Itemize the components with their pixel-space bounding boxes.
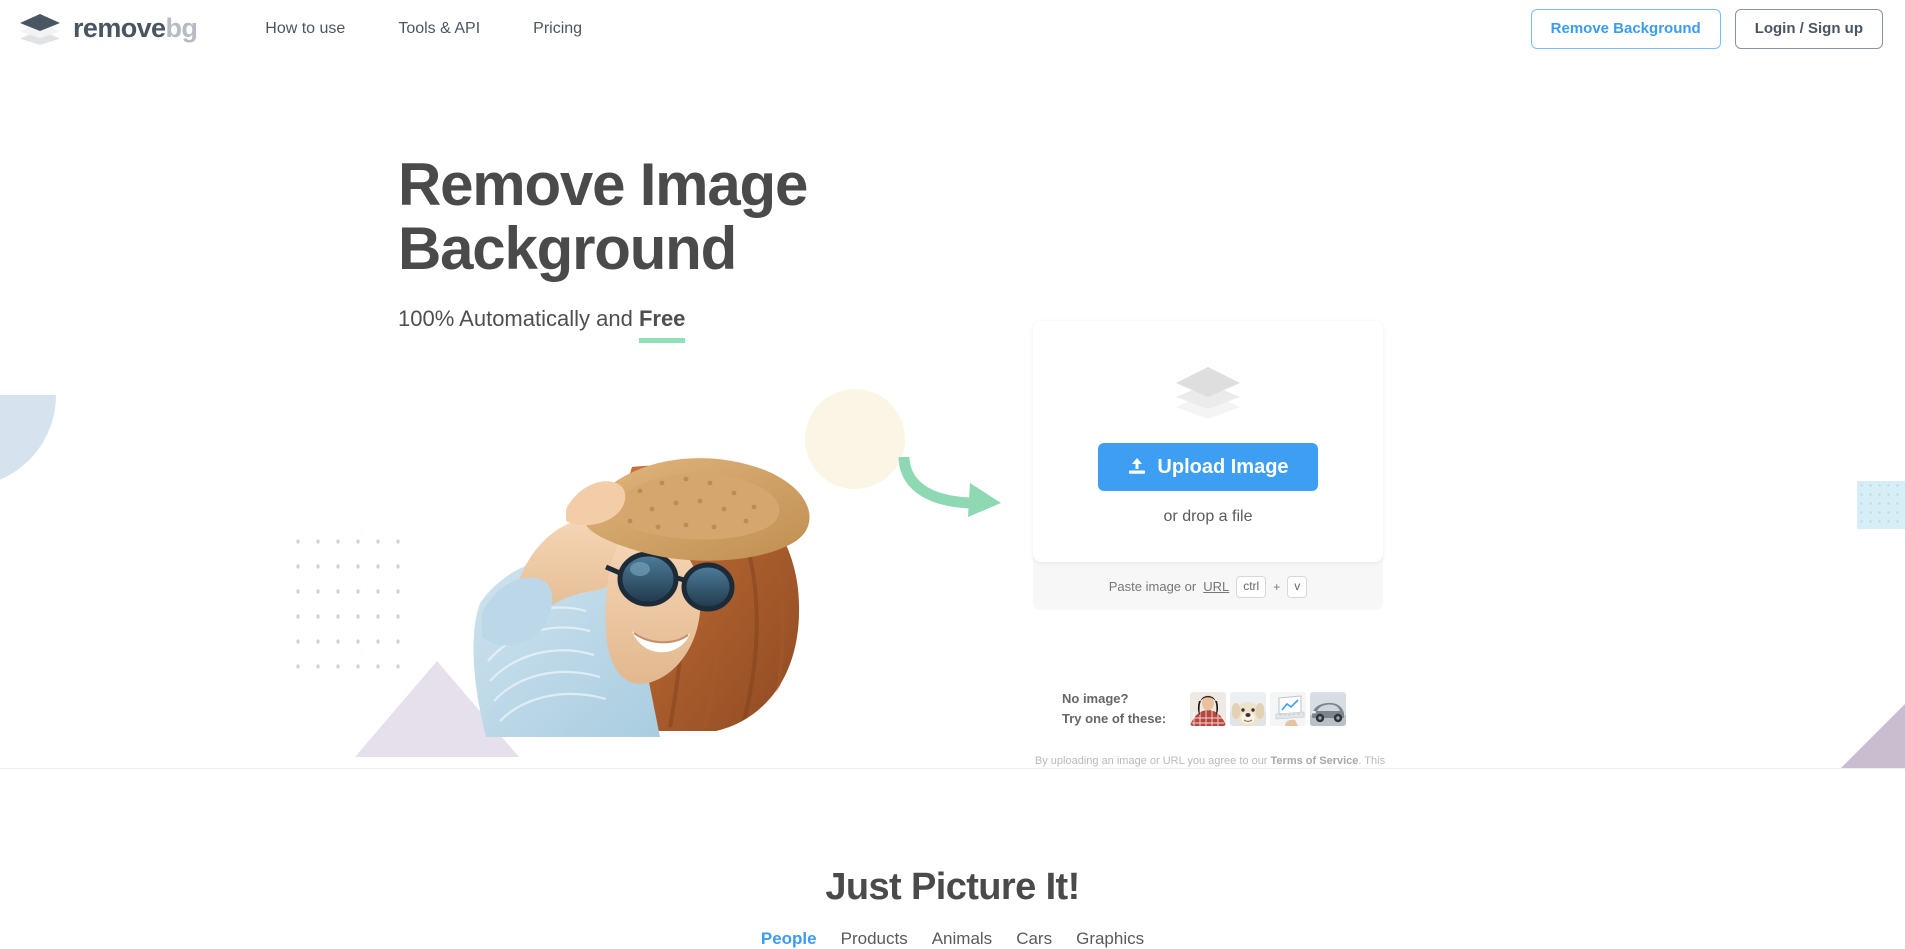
hero-title-line-1: Remove Image (398, 151, 808, 218)
sample-thumb-laptop[interactable] (1270, 692, 1306, 727)
sample-thumb-dog[interactable] (1230, 692, 1266, 727)
key-plus-sign: + (1273, 579, 1281, 594)
upload-panel: Upload Image or drop a file Paste image … (1033, 321, 1383, 610)
key-badge-ctrl: ctrl (1236, 576, 1267, 598)
sample-thumb-person[interactable] (1190, 692, 1226, 727)
sample-thumb-car[interactable] (1310, 692, 1346, 727)
upload-image-label: Upload Image (1157, 456, 1289, 478)
header-actions: Remove Background Login / Sign up (1530, 8, 1883, 49)
sample-images-label: No image? Try one of these: (1062, 689, 1178, 729)
hero-subtitle-prefix: 100% Automatically and (398, 306, 639, 332)
decor-blue-quarter-circle (0, 395, 56, 487)
upload-dropzone[interactable]: Upload Image or drop a file (1033, 321, 1383, 562)
tab-people[interactable]: People (761, 929, 817, 949)
logo-text-secondary: bg (165, 13, 198, 43)
legal-disclaimer: By uploading an image or URL you agree t… (1030, 754, 1390, 768)
hero-photo (473, 458, 810, 737)
logo[interactable]: removebg (18, 13, 198, 45)
nav-item-how-to-use[interactable]: How to use (265, 20, 345, 38)
logo-text: removebg (73, 13, 198, 43)
paste-hint-row: Paste image or URL ctrl + v (1033, 562, 1383, 598)
nav-item-pricing[interactable]: Pricing (533, 20, 582, 38)
paste-hint-text: Paste image or (1108, 579, 1197, 595)
tab-animals[interactable]: Animals (932, 929, 992, 949)
section-title: Just Picture It! (825, 866, 1080, 908)
drop-file-text: or drop a file (1163, 508, 1253, 525)
logo-text-primary: remove (73, 13, 166, 43)
hero-section: Remove Image Background 100% Automatical… (0, 57, 1905, 768)
upload-image-button[interactable]: Upload Image (1098, 443, 1318, 491)
login-signup-button[interactable]: Login / Sign up (1734, 8, 1883, 49)
tab-products[interactable]: Products (841, 929, 908, 949)
key-badge-v: v (1287, 576, 1308, 598)
sample-thumbnails (1190, 692, 1346, 727)
hero-title-line-2: Background (398, 215, 737, 283)
terms-of-service-link-1[interactable]: Terms of Service (1271, 755, 1359, 767)
decor-corner-triangle (1841, 704, 1905, 768)
decor-cream-circle (805, 389, 905, 489)
legal-part-1: By uploading an image or URL you agree t… (1034, 755, 1271, 767)
paste-url-link[interactable]: URL (1203, 579, 1229, 594)
remove-background-button[interactable]: Remove Background (1530, 8, 1721, 49)
category-tabs: People Products Animals Cars Graphics (0, 929, 1905, 949)
layers-icon (20, 13, 60, 45)
nav-item-tools-api[interactable]: Tools & API (398, 20, 480, 38)
hero-subtitle: 100% Automatically and Free (398, 305, 918, 343)
sample-label-line-1: No image? (1062, 691, 1129, 706)
curved-arrow-icon (898, 457, 1001, 517)
hero-subtitle-emphasis: Free (638, 305, 686, 343)
tab-cars[interactable]: Cars (1016, 929, 1052, 949)
decor-blue-dot-square (1857, 481, 1905, 529)
site-header: removebg How to use Tools & API Pricing … (0, 0, 1905, 57)
layers-icon (1176, 367, 1240, 419)
just-picture-it-section: Just Picture It! People Products Animals… (0, 769, 1905, 948)
main-nav: How to use Tools & API Pricing (265, 20, 582, 38)
page-title: Remove Image Background (398, 151, 918, 283)
hero-copy: Remove Image Background 100% Automatical… (398, 151, 918, 343)
tab-graphics[interactable]: Graphics (1076, 929, 1144, 949)
upload-icon (1129, 458, 1146, 474)
sample-images-row: No image? Try one of these: (1062, 689, 1346, 729)
sample-label-line-2: Try one of these: (1062, 711, 1167, 727)
